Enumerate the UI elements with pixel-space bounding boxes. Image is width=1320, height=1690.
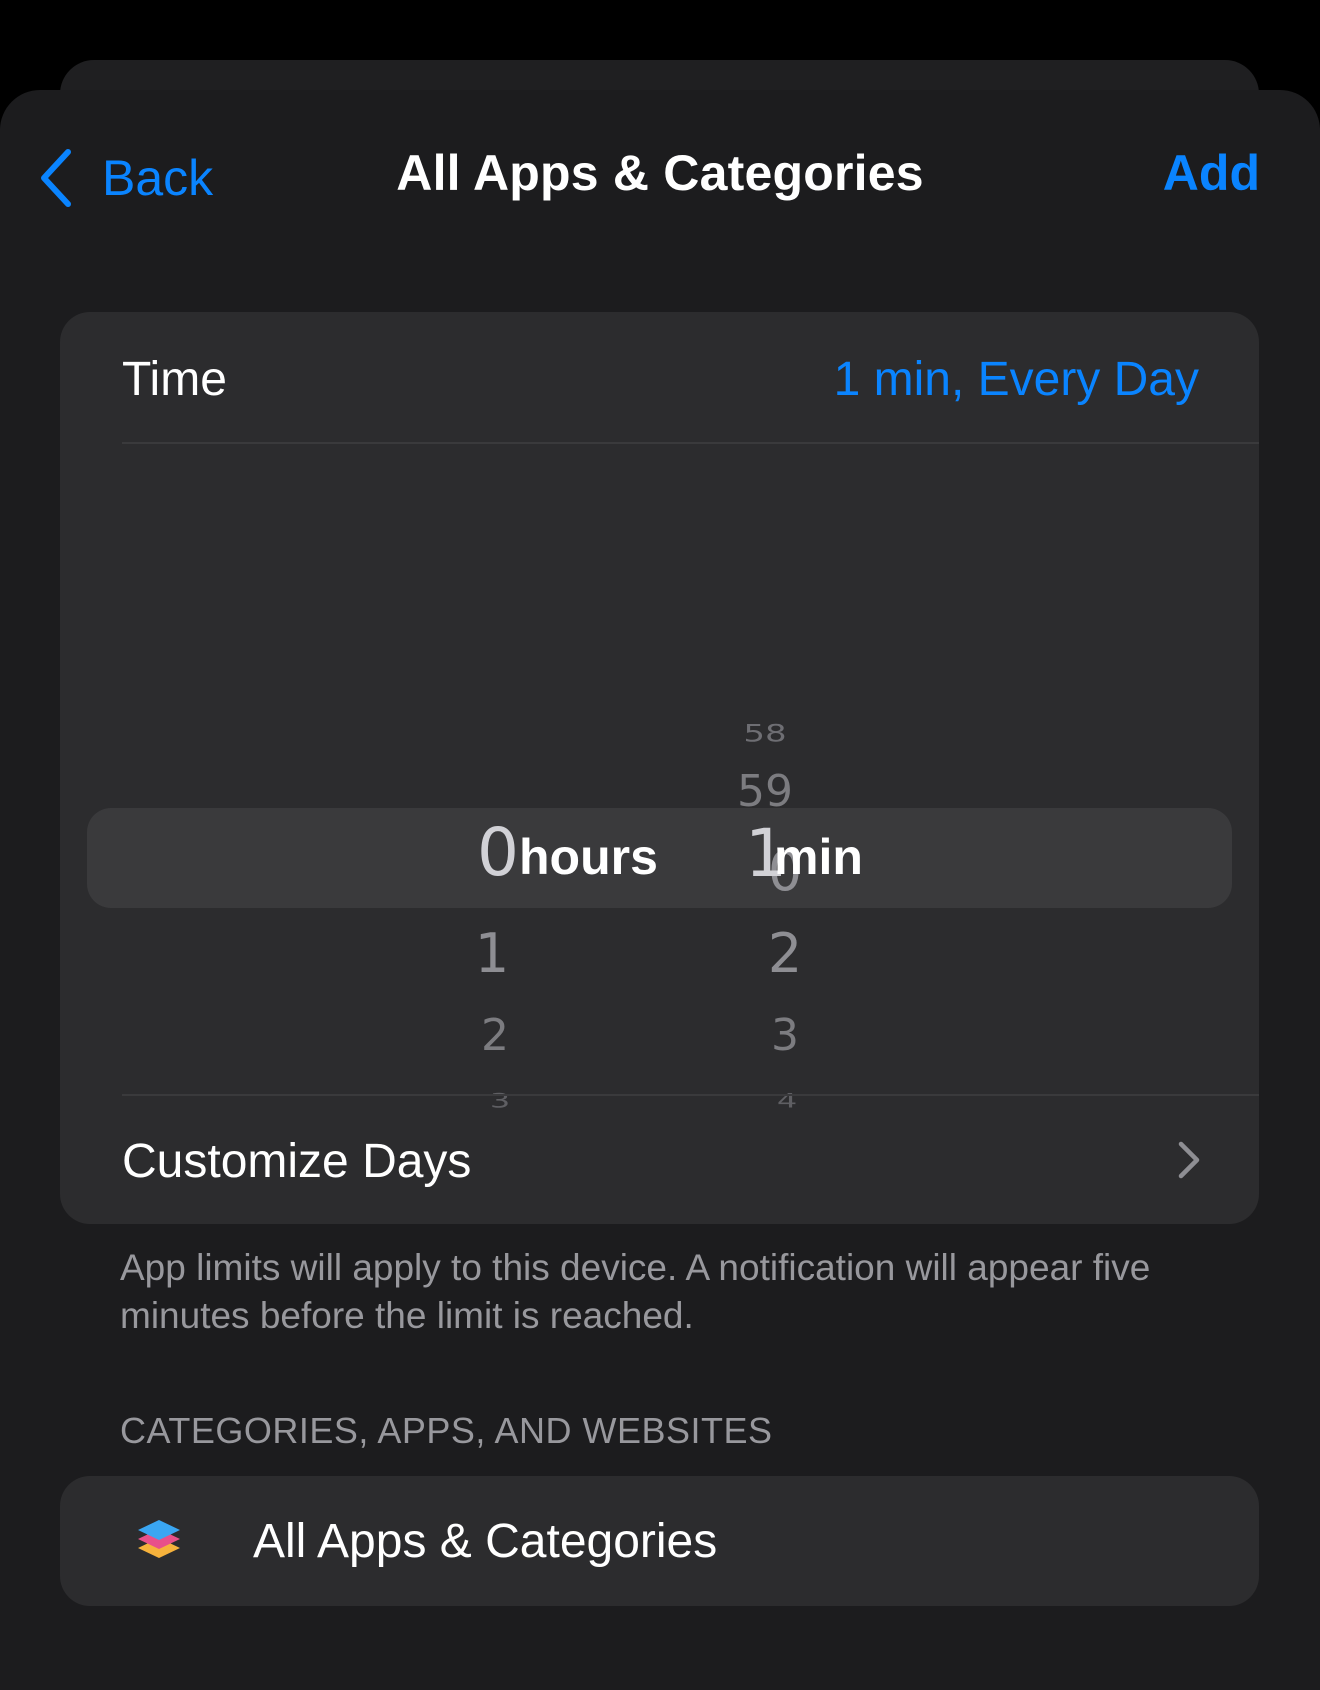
minutes-option-2[interactable]: 2 <box>750 922 820 985</box>
add-button[interactable]: Add <box>1163 144 1260 202</box>
time-picker[interactable]: 0 hours 1 2 3 58 59 0 1 min 2 3 4 <box>60 444 1259 1112</box>
all-apps-label: All Apps & Categories <box>253 1515 718 1568</box>
navigation-bar: Back All Apps & Categories Add <box>0 90 1320 260</box>
time-row[interactable]: Time 1 min, Every Day <box>60 312 1259 442</box>
minutes-unit-label: min <box>774 829 863 885</box>
stack-layers-icon <box>138 1520 180 1558</box>
minutes-option-59[interactable]: 59 <box>720 766 810 817</box>
app-limits-footnote: App limits will apply to this device. A … <box>120 1247 1151 1336</box>
hours-unit-label: hours <box>519 829 658 885</box>
hours-option-2[interactable]: 2 <box>465 1010 525 1061</box>
customize-days-label: Customize Days <box>122 1135 472 1188</box>
minutes-option-58[interactable]: 58 <box>720 720 810 748</box>
time-limit-card: Time 1 min, Every Day 0 hours 1 2 3 58 5… <box>60 312 1259 1224</box>
customize-days-row[interactable]: Customize Days <box>60 1094 1259 1224</box>
time-label: Time <box>122 353 227 406</box>
section-header: CATEGORIES, APPS, AND WEBSITES <box>120 1410 773 1451</box>
all-apps-row[interactable]: All Apps & Categories <box>60 1476 1259 1606</box>
page-title: All Apps & Categories <box>396 145 924 201</box>
modal-sheet: Back All Apps & Categories Add Time 1 mi… <box>0 90 1320 1690</box>
time-value: 1 min, Every Day <box>833 353 1199 406</box>
minutes-option-3[interactable]: 3 <box>750 1010 820 1061</box>
picker-selection-band <box>87 808 1232 908</box>
hours-option-1[interactable]: 1 <box>462 922 522 985</box>
chevron-right-icon <box>1178 1141 1200 1179</box>
